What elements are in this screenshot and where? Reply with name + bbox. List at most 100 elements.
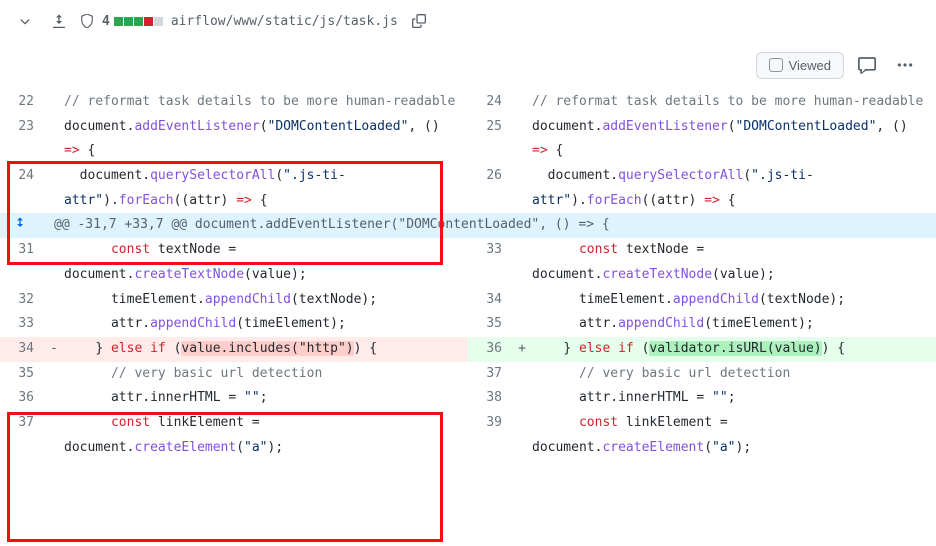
expand-all-icon[interactable]	[46, 8, 72, 34]
diff-row: 33 attr.appendChild(timeElement);35 attr…	[0, 312, 936, 337]
viewed-label: Viewed	[789, 58, 831, 73]
code-cell-old[interactable]: attr.appendChild(timeElement);	[64, 312, 468, 337]
line-number-old[interactable]: 36	[0, 386, 44, 411]
diff-table: 22 // reformat task details to be more hu…	[0, 90, 936, 460]
code-cell-new[interactable]: document.addEventListener("DOMContentLoa…	[532, 115, 936, 164]
file-title-row: 4 airflow/www/static/js/task.js	[12, 8, 924, 34]
unfold-icon	[52, 14, 66, 28]
diff-container: 22 // reformat task details to be more hu…	[0, 90, 936, 460]
diffstat-count: 4	[102, 14, 110, 29]
file-actions: Viewed	[0, 42, 936, 90]
code-cell-old[interactable]: // reformat task details to be more huma…	[64, 90, 468, 115]
diff-sign	[44, 312, 64, 337]
viewed-toggle[interactable]: Viewed	[756, 52, 844, 79]
diffstat-block	[144, 17, 153, 26]
diff-sign	[44, 164, 64, 213]
line-number-old[interactable]: 33	[0, 312, 44, 337]
diff-row: 22 // reformat task details to be more hu…	[0, 90, 936, 115]
line-number-new[interactable]: 24	[468, 90, 512, 115]
line-number-old[interactable]: 31	[0, 238, 44, 287]
comment-icon	[858, 56, 876, 74]
diffstat: 4	[102, 14, 163, 29]
code-cell-new[interactable]: // reformat task details to be more huma…	[532, 90, 936, 115]
line-number-new[interactable]: 33	[468, 238, 512, 287]
diff-sign	[512, 238, 532, 287]
diff-row: 35 // very basic url detection37 // very…	[0, 362, 936, 387]
diff-row: @@ -31,7 +33,7 @@ document.addEventListe…	[0, 213, 936, 238]
code-cell-new[interactable]: attr.appendChild(timeElement);	[532, 312, 936, 337]
diff-sign	[512, 386, 532, 411]
code-cell-new[interactable]: document.querySelectorAll(".js-ti-attr")…	[532, 164, 936, 213]
line-number-new[interactable]: 36	[468, 337, 512, 362]
code-cell-new[interactable]: const linkElement = document.createEleme…	[532, 411, 936, 460]
copy-path-button[interactable]	[406, 8, 432, 34]
file-path[interactable]: airflow/www/static/js/task.js	[171, 14, 398, 29]
line-number-old[interactable]: 24	[0, 164, 44, 213]
diffstat-block	[134, 17, 143, 26]
diff-sign	[44, 115, 64, 164]
hunk-header: @@ -31,7 +33,7 @@ document.addEventListe…	[44, 213, 936, 238]
diffstat-block	[124, 17, 133, 26]
diff-row: 24 document.querySelectorAll(".js-ti-att…	[0, 164, 936, 213]
code-cell-old[interactable]: timeElement.appendChild(textNode);	[64, 288, 468, 313]
code-cell-old[interactable]: document.addEventListener("DOMContentLoa…	[64, 115, 468, 164]
diff-sign	[44, 90, 64, 115]
diff-sign	[44, 288, 64, 313]
file-menu-button[interactable]	[890, 50, 920, 80]
code-cell-new[interactable]: timeElement.appendChild(textNode);	[532, 288, 936, 313]
shield-icon	[80, 14, 94, 28]
diff-sign	[512, 288, 532, 313]
code-cell-new[interactable]: } else if (validator.isURL(value)) {	[532, 337, 936, 362]
diff-row: 32 timeElement.appendChild(textNode);34 …	[0, 288, 936, 313]
expand-hunk-button[interactable]	[0, 213, 44, 238]
diff-row: 31 const textNode = document.createTextN…	[0, 238, 936, 287]
comment-button[interactable]	[852, 50, 882, 80]
code-cell-new[interactable]: // very basic url detection	[532, 362, 936, 387]
diff-row: 36 attr.innerHTML = "";38 attr.innerHTML…	[0, 386, 936, 411]
checkbox-icon	[769, 58, 783, 72]
owned-icon	[80, 14, 94, 28]
line-number-new[interactable]: 39	[468, 411, 512, 460]
diff-sign	[44, 362, 64, 387]
code-cell-old[interactable]: attr.innerHTML = "";	[64, 386, 468, 411]
line-number-new[interactable]: 26	[468, 164, 512, 213]
diff-sign	[512, 362, 532, 387]
code-cell-old[interactable]: document.querySelectorAll(".js-ti-attr")…	[64, 164, 468, 213]
diff-sign	[44, 411, 64, 460]
line-number-old[interactable]: 34	[0, 337, 44, 362]
code-cell-new[interactable]: attr.innerHTML = "";	[532, 386, 936, 411]
line-number-old[interactable]: 23	[0, 115, 44, 164]
diff-sign	[512, 411, 532, 460]
line-number-old[interactable]: 22	[0, 90, 44, 115]
line-number-old[interactable]: 32	[0, 288, 44, 313]
diff-sign	[44, 238, 64, 287]
diffstat-block	[154, 17, 163, 26]
file-header: 4 airflow/www/static/js/task.js	[0, 0, 936, 42]
diff-sign	[512, 312, 532, 337]
diff-row: 34- } else if (value.includes("http")) {…	[0, 337, 936, 362]
diff-sign	[512, 90, 532, 115]
diff-sign	[512, 164, 532, 213]
diff-sign: -	[44, 337, 64, 362]
collapse-toggle[interactable]	[12, 8, 38, 34]
kebab-icon	[896, 56, 914, 74]
code-cell-old[interactable]: // very basic url detection	[64, 362, 468, 387]
line-number-old[interactable]: 35	[0, 362, 44, 387]
line-number-new[interactable]: 34	[468, 288, 512, 313]
code-cell-old[interactable]: } else if (value.includes("http")) {	[64, 337, 468, 362]
chevron-down-icon	[18, 14, 32, 28]
diff-sign	[512, 115, 532, 164]
diff-sign	[44, 386, 64, 411]
line-number-new[interactable]: 37	[468, 362, 512, 387]
line-number-new[interactable]: 38	[468, 386, 512, 411]
diff-sign: +	[512, 337, 532, 362]
line-number-new[interactable]: 25	[468, 115, 512, 164]
diff-row: 37 const linkElement = document.createEl…	[0, 411, 936, 460]
line-number-new[interactable]: 35	[468, 312, 512, 337]
code-cell-old[interactable]: const linkElement = document.createEleme…	[64, 411, 468, 460]
diff-row: 23 document.addEventListener("DOMContentL…	[0, 115, 936, 164]
line-number-old[interactable]: 37	[0, 411, 44, 460]
copy-icon	[412, 14, 426, 28]
code-cell-old[interactable]: const textNode = document.createTextNode…	[64, 238, 468, 287]
code-cell-new[interactable]: const textNode = document.createTextNode…	[532, 238, 936, 287]
